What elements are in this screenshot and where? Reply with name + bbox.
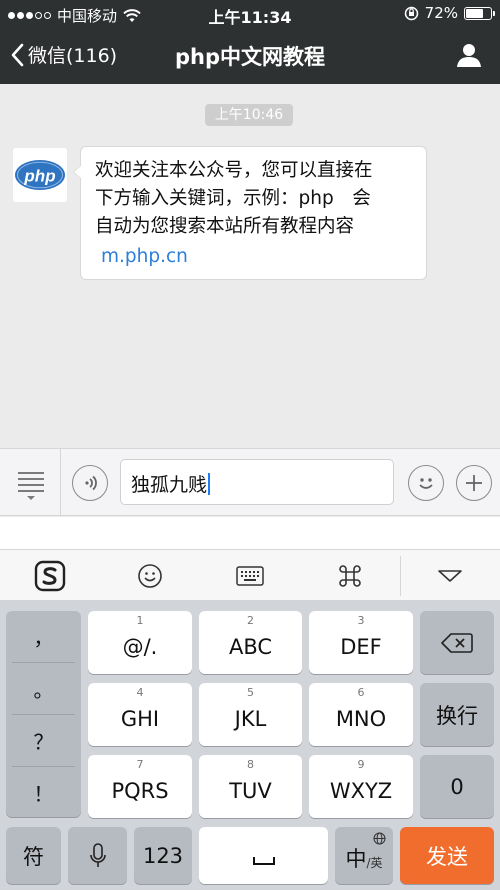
- orientation-lock-icon: [404, 6, 418, 20]
- key-label: ABC: [228, 634, 273, 659]
- key-number: 4: [136, 686, 144, 699]
- key-label: TUV: [229, 778, 272, 803]
- numbers-label: 123: [142, 843, 184, 868]
- symbol-label: 符: [23, 844, 44, 869]
- nav-bar: 微信(116) php中文网教程: [0, 28, 500, 84]
- candidate-area: [0, 517, 500, 549]
- page-title: php中文网教程: [174, 45, 325, 69]
- key-7[interactable]: 7 PQRS: [88, 755, 192, 818]
- voice-input-key[interactable]: [68, 827, 127, 884]
- menu-toggle-button[interactable]: [14, 467, 50, 501]
- smiley-icon: [419, 478, 433, 489]
- keyboard-switch-button[interactable]: [222, 550, 278, 601]
- send-key[interactable]: 发送: [400, 827, 494, 884]
- key-number: 7: [136, 758, 144, 771]
- sogou-logo-icon: [34, 560, 66, 591]
- key-label: WXYZ: [329, 778, 393, 803]
- avatar-logo-text: php: [23, 167, 55, 186]
- add-more-button[interactable]: [456, 465, 492, 501]
- text-caret: [208, 473, 211, 495]
- language-sub-label: /英: [366, 856, 383, 870]
- voice-wave-icon: [85, 475, 97, 491]
- keyboard: ， 。 ？ ！ 1 @/. 2 ABC 3 DEF 4 GHI 5 JKL 6 …: [0, 600, 500, 890]
- language-switch-key[interactable]: 中 /英: [335, 827, 393, 884]
- key-number: 1: [136, 614, 144, 627]
- globe-icon: [373, 832, 386, 845]
- backspace-key[interactable]: [420, 611, 494, 674]
- newline-key[interactable]: 换行: [420, 683, 494, 746]
- space-icon: [252, 856, 275, 865]
- key-3[interactable]: 3 DEF: [309, 611, 413, 674]
- key-label: MNO: [335, 706, 387, 731]
- chevron-down-icon: [438, 569, 462, 582]
- message-line: 下方输入关键词，示例：php 会: [95, 188, 371, 209]
- plus-icon: [466, 475, 482, 491]
- punct-key[interactable]: 。: [6, 663, 81, 714]
- message-timestamp: 上午10:46: [205, 104, 293, 126]
- input-divider: [60, 449, 61, 515]
- key-5[interactable]: 5 JKL: [199, 683, 302, 746]
- message-input-text: 独孤九贱: [131, 474, 208, 496]
- message-line: 自动为您搜索本站所有教程内容: [95, 216, 355, 237]
- smiley-face-icon: [138, 563, 162, 588]
- key-number: 9: [357, 758, 365, 771]
- space-key[interactable]: [199, 827, 328, 884]
- symbol-key[interactable]: 符: [6, 827, 61, 884]
- key-label: @/.: [122, 634, 158, 659]
- key-number: 5: [247, 686, 254, 699]
- status-bar: 中国移动 上午11:34 72%: [0, 0, 500, 28]
- key-4[interactable]: 4 GHI: [88, 683, 192, 746]
- language-main-label: 中: [345, 846, 367, 871]
- key-9[interactable]: 9 WXYZ: [309, 755, 413, 818]
- person-icon: [457, 44, 481, 67]
- battery-level-fill: [466, 8, 484, 18]
- key-0[interactable]: 0: [420, 755, 494, 818]
- chat-area[interactable]: 上午10:46 php 欢迎关注本公众号，您可以直接在 下方输入关键词，示例：p…: [0, 84, 500, 448]
- key-number: 2: [247, 614, 254, 627]
- key-6[interactable]: 6 MNO: [309, 683, 413, 746]
- message-bubble[interactable]: 欢迎关注本公众号，您可以直接在 下方输入关键词，示例：php 会 自动为您搜索本…: [73, 146, 427, 280]
- list-menu-icon: [18, 472, 44, 500]
- profile-button[interactable]: [456, 42, 482, 72]
- message-link[interactable]: m.php.cn: [95, 243, 414, 271]
- key-label: JKL: [234, 706, 267, 731]
- key-number: 8: [247, 758, 254, 771]
- key-label: DEF: [340, 634, 382, 659]
- status-right: 72%: [404, 4, 495, 22]
- key-number: 3: [357, 614, 365, 627]
- battery-icon: [464, 6, 495, 20]
- keyboard-toolbar: [0, 549, 500, 600]
- backspace-icon: [441, 632, 473, 653]
- key-1[interactable]: 1 @/.: [88, 611, 192, 674]
- key-8[interactable]: 8 TUV: [199, 755, 302, 818]
- battery-percent: 72%: [424, 4, 458, 22]
- hide-keyboard-button[interactable]: [422, 550, 478, 601]
- emoji-face-button[interactable]: [122, 550, 178, 601]
- key-label: PQRS: [111, 778, 169, 803]
- emoji-button[interactable]: [408, 465, 444, 501]
- avatar[interactable]: php: [13, 148, 67, 202]
- key-number: 6: [357, 686, 365, 699]
- key-zero-label: 0: [450, 774, 464, 799]
- command-icon: [339, 564, 361, 587]
- toolbar-divider: [400, 556, 401, 596]
- php-logo-icon: php: [15, 160, 65, 190]
- message-line: 欢迎关注本公众号，您可以直接在: [95, 160, 373, 181]
- send-label: 发送: [426, 844, 468, 869]
- key-2[interactable]: 2 ABC: [199, 611, 302, 674]
- key-label: GHI: [120, 706, 160, 731]
- punct-key[interactable]: ？: [6, 715, 81, 766]
- command-button[interactable]: [322, 550, 378, 601]
- punct-key[interactable]: ，: [6, 611, 81, 662]
- newline-label: 换行: [436, 703, 478, 728]
- microphone-icon: [89, 842, 106, 867]
- punct-key[interactable]: ！: [6, 767, 81, 818]
- voice-button[interactable]: [72, 465, 108, 501]
- message-input[interactable]: 独孤九贱: [120, 459, 394, 505]
- punctuation-column: ， 。 ？ ！: [6, 611, 81, 817]
- numbers-key[interactable]: 123: [134, 827, 192, 884]
- sogou-logo-button[interactable]: [22, 550, 78, 601]
- input-bar: 独孤九贱: [0, 448, 500, 516]
- keyboard-icon: [236, 565, 264, 586]
